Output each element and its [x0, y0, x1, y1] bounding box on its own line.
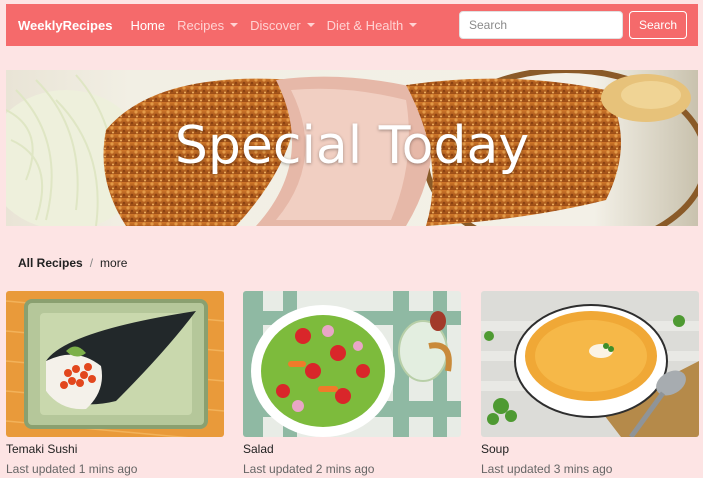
- nav-home[interactable]: Home: [130, 18, 165, 33]
- nav-recipes-label: Recipes: [177, 17, 225, 33]
- recipe-title[interactable]: Salad: [243, 442, 461, 456]
- hero-banner: Special Today: [6, 70, 698, 226]
- recipe-card[interactable]: Soup Last updated 3 mins ago: [481, 291, 699, 478]
- top-navbar: WeeklyRecipes Home Recipes Discover Diet…: [6, 4, 698, 46]
- breadcrumb-separator: /: [89, 256, 94, 270]
- recipe-card[interactable]: Temaki Sushi Last updated 1 mins ago: [6, 291, 224, 478]
- caret-down-icon: [409, 23, 418, 27]
- recipe-title[interactable]: Temaki Sushi: [6, 442, 224, 456]
- nav-diet-health-dropdown[interactable]: Diet & Health: [327, 18, 418, 33]
- breadcrumb-more[interactable]: more: [100, 256, 127, 270]
- hero-title: Special Today: [174, 116, 530, 176]
- recipe-card[interactable]: Salad Last updated 2 mins ago: [243, 291, 461, 478]
- search-button[interactable]: Search: [628, 11, 687, 39]
- breadcrumb-all-recipes[interactable]: All Recipes: [18, 256, 83, 270]
- recipe-image-soup[interactable]: [481, 291, 699, 437]
- caret-down-icon: [306, 23, 315, 27]
- recipe-updated-text: Last updated 3 mins ago: [481, 462, 613, 476]
- recipe-updated-text: Last updated 2 mins ago: [243, 462, 375, 476]
- nav-diet-health-label: Diet & Health: [326, 17, 404, 33]
- nav-discover-dropdown[interactable]: Discover: [250, 18, 315, 33]
- nav-home-label: Home: [130, 17, 166, 33]
- nav-discover-label: Discover: [250, 17, 301, 33]
- nav-recipes-dropdown[interactable]: Recipes: [177, 17, 239, 33]
- brand-logo[interactable]: WeeklyRecipes: [18, 18, 112, 33]
- breadcrumb: All Recipes / more: [18, 256, 127, 270]
- recipe-image-salad[interactable]: [243, 291, 461, 437]
- recipe-title[interactable]: Soup: [481, 442, 699, 456]
- search-input[interactable]: [458, 11, 623, 39]
- recipe-image-temaki-sushi[interactable]: [6, 291, 224, 437]
- caret-down-icon: [230, 23, 239, 27]
- search-form: Search: [458, 11, 687, 39]
- recipe-updated-text: Last updated 1 mins ago: [6, 462, 138, 476]
